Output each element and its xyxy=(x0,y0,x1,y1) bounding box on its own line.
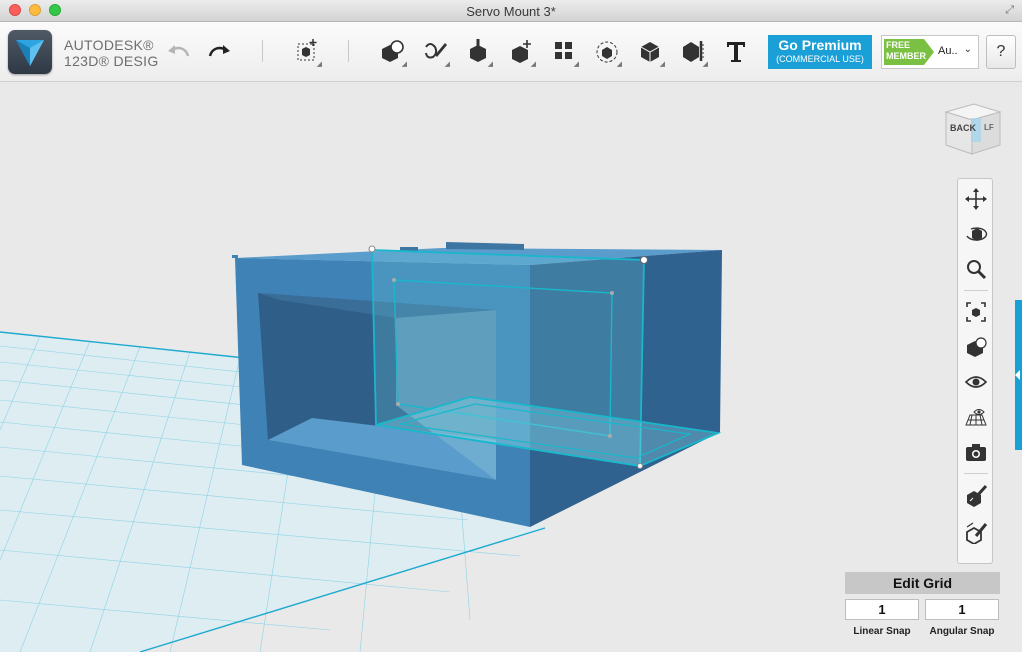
zoom-icon xyxy=(967,260,987,280)
grid-eye-icon xyxy=(965,409,987,426)
dropdown-caret-icon: ◢ xyxy=(616,61,622,68)
premium-sublabel: (COMMERCIAL USE) xyxy=(776,54,864,64)
zoom-button[interactable] xyxy=(963,256,989,282)
angular-snap-input[interactable]: 1 xyxy=(925,599,999,620)
nav-separator xyxy=(964,290,988,291)
view-mode-button[interactable] xyxy=(963,334,989,360)
undo-icon xyxy=(168,45,190,57)
modify-button[interactable]: ◢ xyxy=(504,34,538,68)
undo-button[interactable] xyxy=(162,34,196,68)
nav-separator xyxy=(964,473,988,474)
member-line-1: FREE xyxy=(886,40,911,50)
camera-icon xyxy=(966,444,986,461)
dropdown-caret-icon: ◢ xyxy=(401,61,407,68)
linear-snap-input[interactable]: 1 xyxy=(845,599,919,620)
orbit-button[interactable] xyxy=(963,221,989,247)
help-button[interactable]: ? xyxy=(986,35,1016,69)
dropdown-caret-icon: ◢ xyxy=(659,61,665,68)
measure-button[interactable]: ◢ xyxy=(676,34,710,68)
eye-icon xyxy=(964,376,988,388)
grouping-button[interactable]: ◢ xyxy=(590,34,624,68)
account-username: Au.. xyxy=(938,45,958,57)
paint-brush-icon xyxy=(967,484,988,507)
fit-button[interactable] xyxy=(963,299,989,325)
edit-grid-button[interactable]: Edit Grid xyxy=(845,572,1000,594)
view-cube[interactable]: BACK LF xyxy=(940,100,1002,158)
construct-button[interactable]: ◢ xyxy=(461,34,495,68)
sketch-button[interactable]: ◢ xyxy=(418,34,452,68)
scene-canvas[interactable] xyxy=(0,82,1022,652)
pattern-button[interactable]: ◢ xyxy=(547,34,581,68)
side-panel-arrow-icon xyxy=(1015,370,1020,380)
3d-viewport[interactable] xyxy=(0,82,1022,652)
orbit-icon xyxy=(966,227,988,241)
linear-snap-label: Linear Snap xyxy=(853,626,911,637)
screenshot-button[interactable] xyxy=(963,439,989,465)
brand-line-1: AUTODESK® xyxy=(64,37,154,53)
outline-brush-icon xyxy=(966,522,988,544)
visibility-button[interactable] xyxy=(963,369,989,395)
app-logo[interactable] xyxy=(8,30,52,74)
dropdown-caret-icon: ◢ xyxy=(316,61,322,68)
combine-button[interactable]: ◢ xyxy=(633,34,667,68)
view-cube-side-face: LF xyxy=(984,123,994,132)
main-toolbar: AUTODESK® 123D® DESIGN ◢ ◢ ◢ ◢ ◢ ◢ ◢ ◢ xyxy=(0,22,1022,82)
fullscreen-icon[interactable]: ⤢ xyxy=(1005,4,1014,17)
primitives-button[interactable]: ◢ xyxy=(375,34,409,68)
material-button[interactable] xyxy=(963,482,989,508)
shaded-view-icon xyxy=(967,337,987,357)
pan-icon xyxy=(965,188,987,210)
toolbar-separator xyxy=(262,40,263,62)
member-line-2: MEMBER xyxy=(886,51,926,61)
redo-button[interactable] xyxy=(202,34,236,68)
dropdown-caret-icon: ◢ xyxy=(702,61,708,68)
redo-icon xyxy=(208,45,230,57)
window-titlebar: Servo Mount 3* ⤢ xyxy=(0,0,1022,22)
angular-snap-label: Angular Snap xyxy=(929,626,995,637)
go-premium-button[interactable]: Go Premium (COMMERCIAL USE) xyxy=(768,35,872,69)
window-title: Servo Mount 3* xyxy=(466,4,556,19)
brand-line-2: 123D® DESIGN xyxy=(64,53,158,69)
premium-label: Go Premium xyxy=(778,37,862,53)
view-cube-back-face: BACK xyxy=(950,123,976,133)
account-menu[interactable]: FREE MEMBER Au.. ⌄ xyxy=(881,35,979,69)
navigation-bar xyxy=(957,178,993,564)
dropdown-caret-icon: ◢ xyxy=(530,61,536,68)
chevron-down-icon: ⌄ xyxy=(963,44,972,55)
outline-button[interactable] xyxy=(963,519,989,545)
dropdown-caret-icon: ◢ xyxy=(487,61,493,68)
autodesk-logo-icon xyxy=(16,40,44,66)
pan-button[interactable] xyxy=(963,186,989,212)
fit-to-view-icon xyxy=(966,302,986,322)
dropdown-caret-icon: ◢ xyxy=(573,61,579,68)
text-button[interactable] xyxy=(719,34,753,68)
grid-visibility-button[interactable] xyxy=(963,404,989,430)
text-icon xyxy=(727,42,745,62)
transform-button[interactable]: ◢ xyxy=(290,34,324,68)
toolbar-separator xyxy=(348,40,349,62)
dropdown-caret-icon: ◢ xyxy=(444,61,450,68)
